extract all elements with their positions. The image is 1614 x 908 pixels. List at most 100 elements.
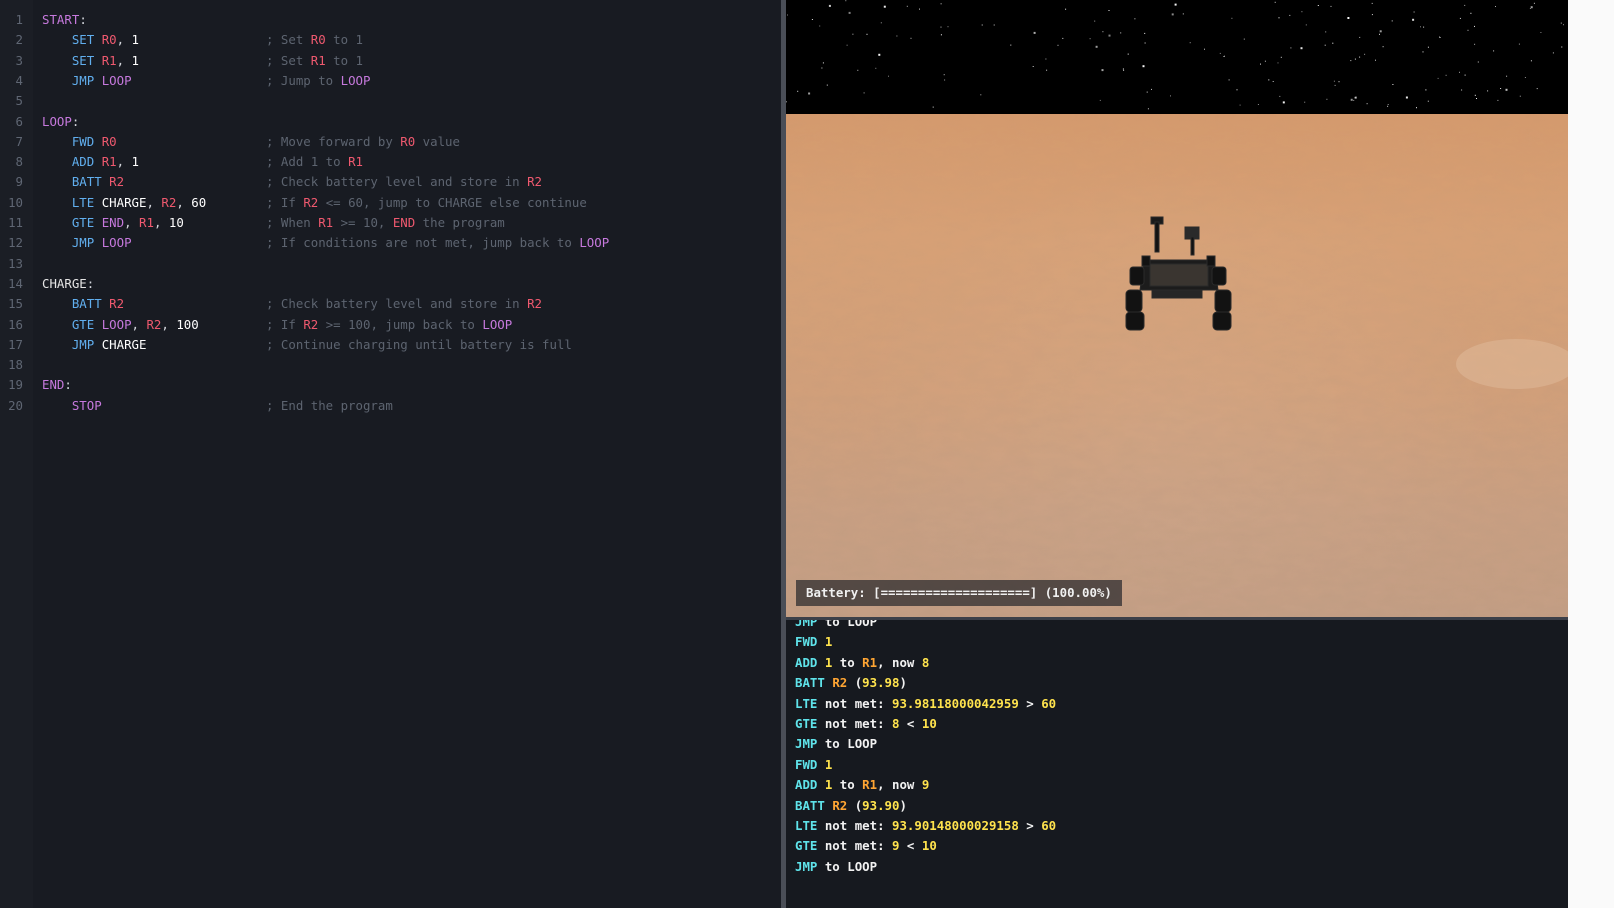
console-output[interactable]: JMP to LOOP FWD 1 ADD 1 to R1, now 8 BATT R… xyxy=(786,617,1568,908)
editor-line[interactable]: 3 SET R1, 1 ; Set R1 to 1 xyxy=(0,51,781,71)
star xyxy=(1427,46,1429,48)
star xyxy=(1274,1,1276,3)
line-number: 11 xyxy=(8,215,23,230)
editor-line[interactable]: 1 START: xyxy=(0,10,781,30)
console-token: JMP xyxy=(795,617,818,629)
star xyxy=(1151,88,1152,90)
console-token: 60 xyxy=(1041,818,1057,833)
star xyxy=(1530,6,1533,9)
code-comment: ; When R1 >= 10, END the program xyxy=(266,213,505,233)
editor-line[interactable]: 5 xyxy=(0,91,781,111)
comment-token: <= 60, jump to CHARGE else continue xyxy=(318,194,587,210)
star xyxy=(1354,97,1356,99)
editor-line[interactable]: 2 SET R0, 1 ; Set R0 to 1 xyxy=(0,30,781,50)
code-token: BATT xyxy=(71,296,102,312)
code-token: GTE xyxy=(71,316,95,332)
code-token: R2 xyxy=(146,316,162,332)
star xyxy=(981,24,983,26)
comment-token: R2 xyxy=(303,316,319,332)
star xyxy=(1146,91,1148,93)
star xyxy=(1529,8,1531,9)
console-token: ADD xyxy=(795,777,818,793)
line-number: 4 xyxy=(15,72,23,88)
console-token: GTE xyxy=(795,838,818,854)
console-token: not met: xyxy=(817,716,892,731)
star xyxy=(1300,47,1303,50)
editor-line[interactable]: 18 xyxy=(0,355,781,375)
star xyxy=(943,74,945,76)
code-token: LOOP xyxy=(101,235,132,251)
editor-line[interactable]: 4 JMP LOOP; Jump to LOOP xyxy=(0,71,781,91)
code-text: CHARGE: xyxy=(42,274,94,294)
console-line: BATT R2 (93.90) xyxy=(795,796,907,816)
code-editor[interactable]: 1 START: 2 SET R0, 1; Set R0 to 13 SET R1,… xyxy=(0,0,781,908)
console-token: JMP xyxy=(795,858,818,874)
star xyxy=(1257,104,1259,105)
star xyxy=(1392,84,1394,85)
editor-line[interactable]: 19 END: xyxy=(0,375,781,395)
star xyxy=(786,101,787,103)
star xyxy=(1470,12,1472,14)
star xyxy=(1476,98,1477,99)
star xyxy=(1560,22,1562,24)
editor-line[interactable]: 20 STOP ; End the program xyxy=(0,396,781,416)
editor-line[interactable]: 9 BATT R2; Check battery level and store… xyxy=(0,172,781,192)
starfield-sky xyxy=(786,0,1568,114)
editor-line[interactable]: 6 LOOP: xyxy=(0,112,781,132)
console-token: R2 xyxy=(832,797,848,813)
star xyxy=(1280,56,1282,58)
editor-line[interactable]: 15 BATT R2; Check battery level and stor… xyxy=(0,294,781,314)
star xyxy=(828,4,831,7)
star xyxy=(846,44,848,46)
console-token xyxy=(817,634,824,649)
console-token: 93.98118000042959 xyxy=(892,695,1019,711)
code-text: LTE CHARGE, R2, 60 xyxy=(42,193,206,213)
editor-line[interactable]: 13 xyxy=(0,254,781,274)
editor-line[interactable]: 11 GTE END, R1, 10 ; When R1 >= 10, END t… xyxy=(0,213,781,233)
star xyxy=(1144,32,1146,34)
console-token: FWD xyxy=(795,634,818,650)
star xyxy=(1519,95,1521,97)
star xyxy=(1057,44,1059,46)
comment-token: ; If xyxy=(266,194,304,210)
editor-line[interactable]: 12 JMP LOOP; If conditions are not met, … xyxy=(0,233,781,253)
star xyxy=(896,35,898,37)
code-token: CHARGE xyxy=(42,275,87,291)
code-token: LOOP xyxy=(42,113,72,129)
comment-token: ; Check battery level and store in xyxy=(266,174,528,190)
editor-line[interactable]: 14 CHARGE: xyxy=(0,274,781,294)
comment-token: to 1 xyxy=(325,52,363,68)
star xyxy=(1204,48,1205,50)
star xyxy=(1445,74,1447,76)
rover-3d-viewport[interactable]: Battery: [====================] (100.00%… xyxy=(786,0,1568,617)
code-token: BATT xyxy=(71,174,102,190)
star xyxy=(857,69,859,71)
star xyxy=(1094,20,1096,22)
comment-token: R1 xyxy=(318,215,334,230)
star xyxy=(1474,25,1475,27)
editor-line[interactable]: 8 ADD R1, 1 ; Add 1 to R1 xyxy=(0,152,781,172)
console-token: 8 xyxy=(921,654,930,670)
comment-token: R2 xyxy=(303,194,319,210)
editor-line[interactable]: 10 LTE CHARGE, R2, 60 ; If R2 <= 60, jump… xyxy=(0,193,781,213)
star xyxy=(1459,71,1460,73)
editor-line[interactable]: 16 GTE LOOP, R2, 100 ; If R2 >= 100, jump… xyxy=(0,315,781,335)
star xyxy=(1142,65,1145,68)
star xyxy=(1387,105,1389,107)
console-token: LTE xyxy=(795,818,818,833)
editor-line[interactable]: 7 FWD R0; Move forward by R0 value xyxy=(0,132,781,152)
code-comment: ; Continue charging until battery is ful… xyxy=(266,335,572,355)
terrain-texture xyxy=(786,114,1568,617)
star xyxy=(1427,100,1429,102)
editor-line[interactable]: 17 JMP CHARGE ; Continue charging until b… xyxy=(0,335,781,355)
console-token: ) xyxy=(899,675,907,691)
star xyxy=(1459,17,1461,19)
star xyxy=(1500,88,1502,89)
star xyxy=(819,25,821,27)
comment-token: ; When xyxy=(266,215,319,230)
star xyxy=(910,37,912,39)
code-token: CHARGE xyxy=(101,194,147,210)
